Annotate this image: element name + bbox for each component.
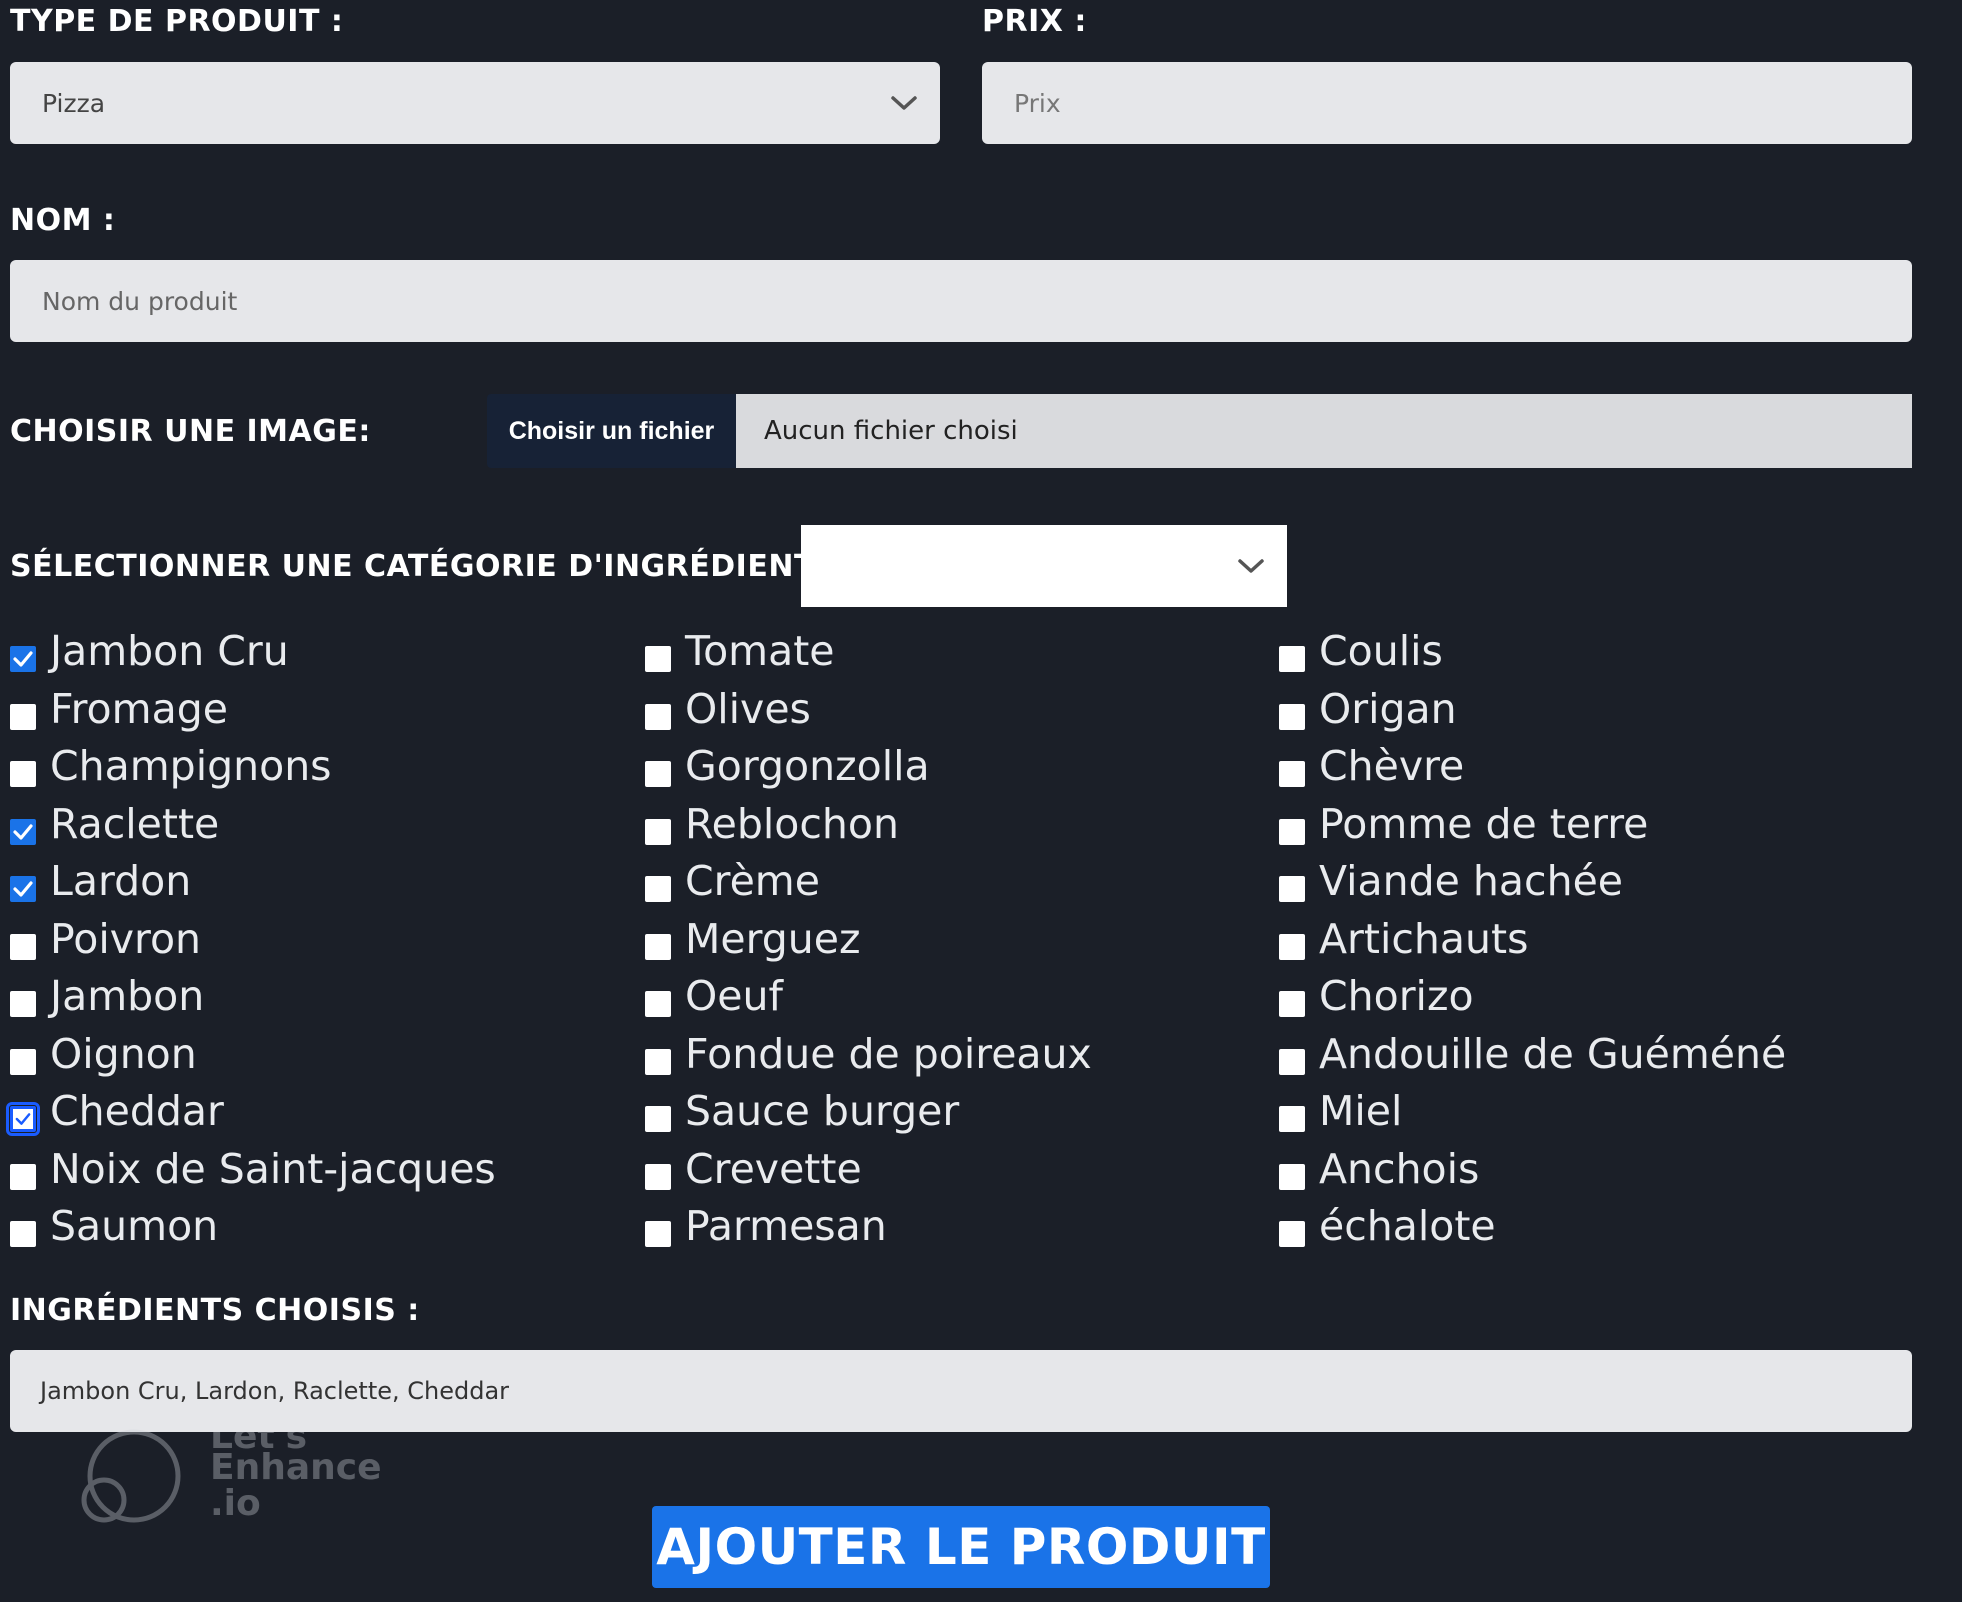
name-label: NOM :	[10, 203, 116, 238]
ingredient-label: Cheddar	[50, 1087, 224, 1135]
ingredient-checkbox[interactable]	[10, 646, 36, 672]
chevron-down-icon	[1238, 559, 1264, 573]
ingredient-checkbox[interactable]	[10, 991, 36, 1017]
ingredient-checkbox[interactable]	[1279, 991, 1305, 1017]
ingredient-checkbox[interactable]	[645, 1221, 671, 1247]
ingredient-label: Chorizo	[1319, 972, 1474, 1020]
check-icon	[13, 651, 33, 667]
ingredient-checkbox[interactable]	[645, 818, 671, 845]
check-icon	[15, 1113, 31, 1125]
product-name-input[interactable]: Nom du produit	[10, 260, 1912, 342]
category-label: SÉLECTIONNER UNE CATÉGORIE D'INGRÉDIENT …	[10, 549, 839, 584]
ingredient-checkbox[interactable]	[645, 703, 671, 730]
image-label: CHOISIR UNE IMAGE:	[10, 414, 371, 449]
chosen-ingredients-field[interactable]: Jambon Cru, Lardon, Raclette, Cheddar	[10, 1350, 1912, 1432]
chosen-ingredients-label: INGRÉDIENTS CHOISIS :	[10, 1293, 420, 1328]
ingredient-checkbox[interactable]	[645, 646, 671, 672]
ingredient-checkbox[interactable]	[1279, 1048, 1305, 1075]
ingredient-checkbox[interactable]	[1279, 933, 1305, 960]
ingredient-label: Lardon	[50, 857, 192, 905]
ingredient-checkbox[interactable]	[645, 1163, 671, 1190]
product-type-value: Pizza	[42, 88, 106, 118]
watermark-line-2: Enhance	[210, 1447, 382, 1488]
ingredient-label: Coulis	[1319, 627, 1443, 675]
check-icon	[13, 823, 33, 840]
ingredient-checkbox[interactable]	[10, 1221, 36, 1247]
ingredient-label: Raclette	[50, 799, 220, 848]
ingredient-checkbox[interactable]	[1279, 818, 1305, 845]
ingredient-label: Oeuf	[685, 972, 783, 1020]
ingredient-label: Jambon Cru	[50, 627, 289, 675]
file-status: Aucun fichier choisi	[736, 394, 1912, 468]
ingredient-label: Merguez	[685, 914, 861, 963]
ingredient-label: Noix de Saint-jacques	[50, 1144, 496, 1193]
add-product-button[interactable]: AJOUTER LE PRODUIT	[652, 1506, 1270, 1588]
price-placeholder: Prix	[1014, 88, 1061, 118]
ingredient-checkbox[interactable]	[10, 1163, 36, 1190]
ingredient-checkbox[interactable]	[6, 1102, 40, 1136]
product-type-select[interactable]: Pizza	[10, 62, 940, 144]
ingredient-label: Andouille de Guéméné	[1319, 1029, 1787, 1078]
ingredient-label: Oignon	[50, 1029, 197, 1078]
ingredient-label: Fromage	[50, 684, 228, 733]
ingredient-checkbox[interactable]	[10, 761, 36, 787]
ingredient-checkbox[interactable]	[645, 1048, 671, 1075]
ingredient-label: Origan	[1319, 684, 1457, 733]
ingredient-checkbox[interactable]	[10, 1048, 36, 1075]
ingredient-label: Crevette	[685, 1144, 862, 1193]
ingredient-checkbox[interactable]	[645, 761, 671, 787]
ingredient-label: Jambon	[50, 972, 205, 1020]
ingredient-checkbox[interactable]	[1279, 646, 1305, 672]
watermark-logo: Let's Enhance .io	[78, 1428, 398, 1528]
ingredient-label: Olives	[685, 684, 811, 733]
ingredient-label: Poivron	[50, 914, 202, 963]
price-input[interactable]: Prix	[982, 62, 1912, 144]
ingredient-checkbox[interactable]	[1279, 1221, 1305, 1247]
watermark-text: Let's Enhance .io	[210, 1432, 382, 1522]
chosen-ingredients-value: Jambon Cru, Lardon, Raclette, Cheddar	[40, 1377, 510, 1405]
ingredient-checkbox[interactable]	[645, 933, 671, 960]
name-placeholder: Nom du produit	[42, 286, 238, 316]
ingredient-label: échalote	[1319, 1202, 1496, 1250]
ingredient-checkbox[interactable]	[1279, 876, 1305, 902]
ingredient-label: Chèvre	[1319, 742, 1465, 790]
ingredient-checkbox[interactable]	[1279, 703, 1305, 730]
chevron-down-icon	[891, 96, 917, 110]
watermark-circle-icon	[81, 1429, 181, 1523]
ingredient-label: Crème	[685, 857, 820, 905]
ingredient-checkbox[interactable]	[645, 876, 671, 902]
ingredient-label: Gorgonzolla	[685, 742, 930, 790]
ingredient-label: Anchois	[1319, 1144, 1480, 1193]
watermark-line-3: .io	[210, 1483, 261, 1524]
ingredient-checkbox[interactable]	[10, 703, 36, 730]
check-icon	[13, 881, 33, 897]
ingredient-label: Artichauts	[1319, 914, 1529, 963]
ingredient-category-select[interactable]	[801, 525, 1287, 607]
ingredient-checkbox[interactable]	[10, 876, 36, 902]
ingredient-label: Reblochon	[685, 799, 899, 848]
ingredient-label: Champignons	[50, 742, 332, 790]
ingredient-label: Viande hachée	[1319, 857, 1624, 905]
price-label: PRIX :	[982, 4, 1087, 39]
ingredient-label: Sauce burger	[685, 1087, 960, 1135]
ingredient-label: Saumon	[50, 1202, 219, 1250]
ingredient-checkbox[interactable]	[1279, 761, 1305, 787]
ingredient-checkbox[interactable]	[10, 818, 36, 845]
ingredient-label: Parmesan	[685, 1202, 887, 1250]
ingredient-label: Fondue de poireaux	[685, 1029, 1092, 1078]
ingredient-checkbox[interactable]	[10, 933, 36, 960]
ingredient-checkbox[interactable]	[645, 991, 671, 1017]
ingredient-checkbox[interactable]	[1279, 1106, 1305, 1132]
choose-file-button[interactable]: Choisir un fichier	[487, 394, 736, 468]
ingredient-label: Tomate	[685, 627, 835, 675]
ingredient-label: Pomme de terre	[1319, 799, 1649, 848]
ingredient-checkbox[interactable]	[1279, 1163, 1305, 1190]
ingredient-checkbox[interactable]	[645, 1106, 671, 1132]
product-type-label: TYPE DE PRODUIT :	[10, 4, 344, 39]
ingredient-label: Miel	[1319, 1087, 1403, 1135]
